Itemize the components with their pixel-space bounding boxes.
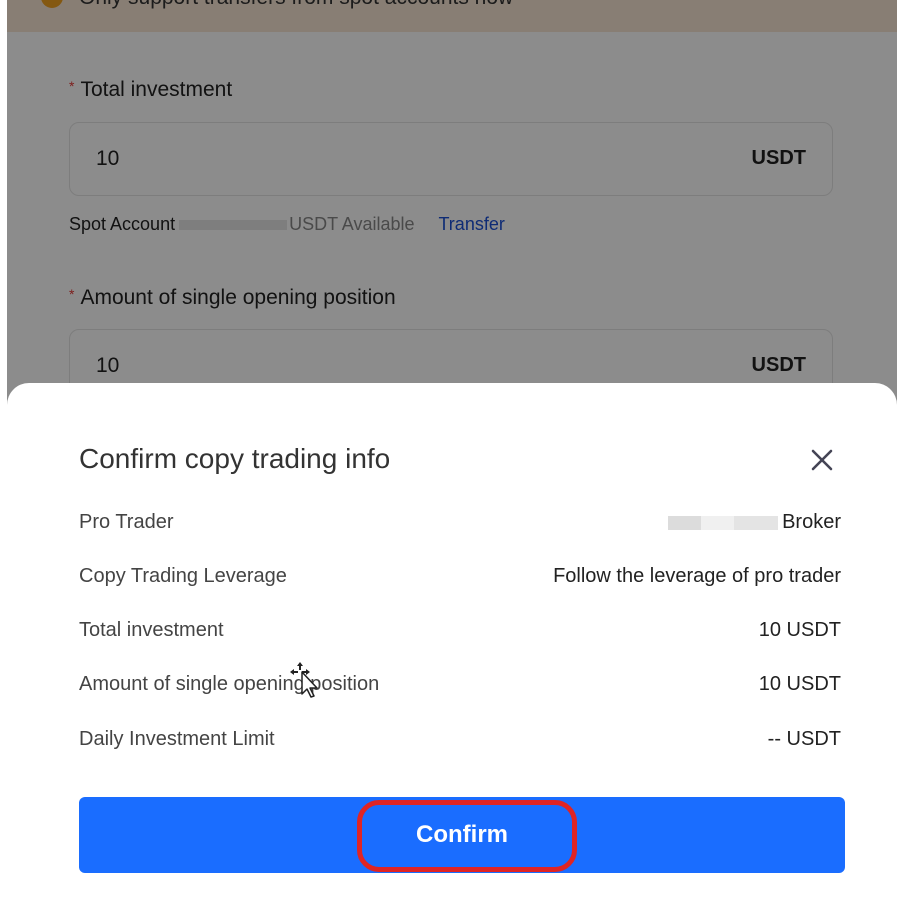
total-investment-summary-value: 10 USDT bbox=[758, 619, 841, 641]
dialog-title: Confirm copy trading info bbox=[79, 443, 391, 474]
confirm-label: Confirm bbox=[416, 821, 508, 848]
daily-limit-row: Daily Investment Limit -- USDT bbox=[79, 728, 841, 758]
daily-limit-label: Daily Investment Limit bbox=[79, 728, 275, 750]
copy-trading-page: Only support transfers from spot account… bbox=[7, 0, 897, 906]
total-investment-row: Total investment 10 USDT bbox=[79, 619, 841, 649]
move-cursor-icon bbox=[290, 662, 318, 698]
leverage-label: Copy Trading Leverage bbox=[79, 565, 287, 587]
pro-trader-value: Broker bbox=[668, 511, 841, 534]
leverage-value: Follow the leverage of pro trader bbox=[553, 565, 841, 587]
pro-trader-label: Pro Trader bbox=[79, 511, 174, 533]
pro-trader-row: Pro Trader Broker bbox=[79, 511, 841, 541]
leverage-row: Copy Trading Leverage Follow the leverag… bbox=[79, 565, 841, 595]
daily-limit-value: -- USDT bbox=[767, 728, 841, 750]
confirm-button[interactable]: Confirm bbox=[79, 797, 845, 873]
single-position-summary-value: 10 USDT bbox=[758, 673, 841, 695]
confirm-dialog: Confirm copy trading info Pro Trader Bro… bbox=[7, 383, 897, 906]
single-position-summary-label: Amount of single opening position bbox=[79, 673, 380, 695]
close-icon[interactable] bbox=[809, 447, 835, 473]
trader-name-redacted bbox=[668, 515, 779, 530]
total-investment-summary-label: Total investment bbox=[79, 619, 224, 641]
single-position-row: Amount of single opening position 10 USD… bbox=[79, 673, 841, 703]
